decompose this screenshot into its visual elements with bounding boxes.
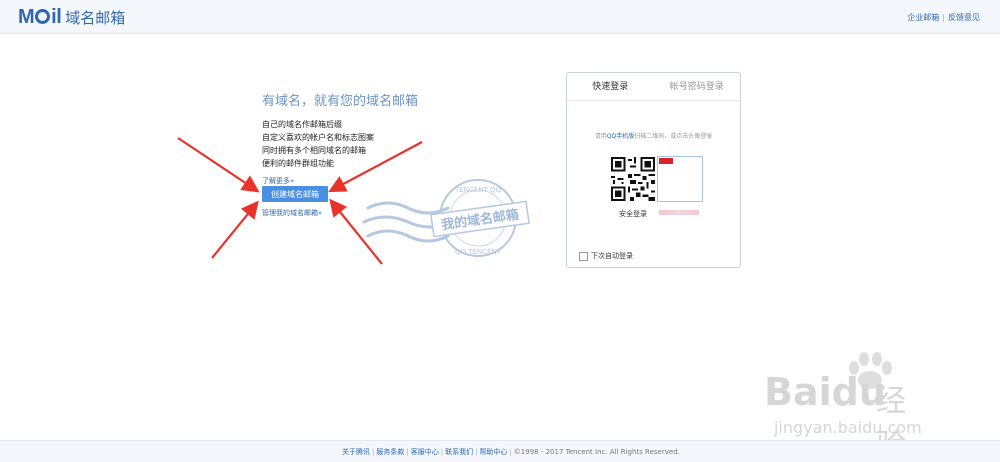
footer-link-help[interactable]: 帮助中心 (479, 448, 507, 456)
login-panel: 快速登录 帐号密码登录 请用QQ手机版扫描二维码，或点击头像登录 安全登录 下次… (566, 72, 741, 268)
watermark-url: jingyan.baidu.com (774, 418, 922, 437)
logo-text: 域名邮箱 (65, 9, 126, 27)
mail-wordmark-icon: Mil (18, 6, 62, 28)
footer: 关于腾讯 | 服务条款 | 客服中心 | 联系我们 | 帮助中心 | ©1998 - 2017 Te… (0, 440, 1000, 462)
arrow-top-left (177, 137, 260, 193)
footer-links: 关于腾讯 | 服务条款 | 客服中心 | 联系我们 | 帮助中心 | ©1998 - 2017 Te… (342, 448, 680, 456)
copyright: ©1998 - 2017 Tencent Inc. All Rights Res… (513, 448, 680, 456)
top-links: 企业邮箱 | 反馈意见 (907, 13, 980, 22)
watermark-brand: Baidu (764, 370, 886, 414)
blurred-account-name (659, 210, 699, 215)
vip-badge-icon (659, 158, 673, 164)
stamp-bottom-arc: QQ TENCENT (455, 248, 502, 256)
footer-link-terms[interactable]: 服务条款 (376, 448, 404, 456)
auto-login-option[interactable]: 下次自动登录 (579, 251, 633, 261)
auto-login-checkbox[interactable] (579, 251, 588, 261)
tab-password-login[interactable]: 帐号密码登录 (654, 73, 741, 100)
login-tabs: 快速登录 帐号密码登录 (567, 73, 740, 101)
feedback-link[interactable]: 反馈意见 (948, 13, 980, 22)
footer-link-about[interactable]: 关于腾讯 (342, 448, 370, 456)
arrow-bottom-left (211, 200, 259, 259)
auto-login-label: 下次自动登录 (591, 252, 633, 260)
qr-hint: 请用QQ手机版扫描二维码，或点击头像登录 (594, 133, 713, 140)
enterprise-mail-link[interactable]: 企业邮箱 (907, 13, 939, 22)
postmark-stamp-icon: TENCENT QQ QQ TENCENT 我的域名邮箱 (362, 179, 530, 257)
footer-link-contact[interactable]: 联系我们 (445, 448, 473, 456)
tab-quick-login[interactable]: 快速登录 (567, 73, 654, 100)
user-avatar-frame[interactable] (657, 156, 703, 202)
secure-login-label: 安全登录 (619, 210, 647, 218)
intro-title: 有域名，就有您的域名邮箱 (262, 94, 419, 109)
top-header: Mil 域名邮箱 企业邮箱 | 反馈意见 (0, 0, 1000, 34)
mail-logo[interactable]: Mil 域名邮箱 (18, 6, 125, 29)
qr-code-icon[interactable] (611, 157, 655, 201)
stamp-top-arc: TENCENT QQ (454, 186, 501, 194)
footer-link-support[interactable]: 客服中心 (411, 448, 439, 456)
